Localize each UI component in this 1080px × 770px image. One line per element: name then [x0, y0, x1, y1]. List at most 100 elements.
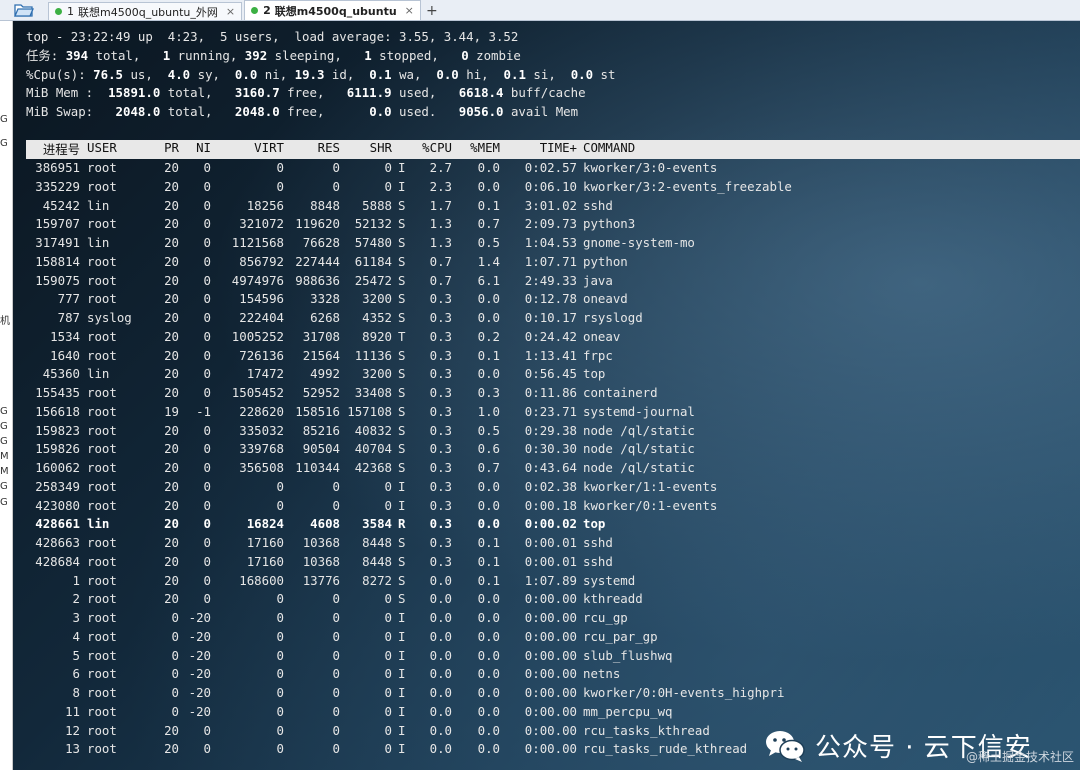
cell-cmd: node /ql/static [583, 422, 695, 438]
cell-virt: 0 [276, 478, 284, 494]
tab-session-2[interactable]: 2 联想m4500q_ubuntu × [244, 0, 421, 20]
cell-shr: 0 [384, 610, 392, 625]
cell-res: 0 [332, 591, 340, 607]
cell-res: 3328 [310, 291, 340, 307]
cell-virt: 0 [276, 685, 284, 700]
cell-mem: 0.0 [477, 703, 500, 719]
close-icon[interactable]: × [405, 4, 414, 17]
cell-pid: 1534 [50, 328, 80, 344]
cell-shr: 0 [384, 178, 392, 194]
cell-virt: 339768 [239, 441, 284, 457]
cell-time: 2:09.73 [524, 216, 577, 232]
process-row: 45360 lin 20 0 17472 4992 3200 S 0.3 0.0 0:56.45 to… [26, 365, 1080, 384]
strip-char: M [0, 451, 9, 462]
cell-res: 110344 [295, 460, 340, 475]
cell-s: S [398, 310, 406, 325]
cell-res: 0 [332, 178, 340, 194]
cell-virt: 0 [276, 703, 284, 719]
cell-time: 0:12.78 [524, 291, 577, 307]
swap-avail: 9056.0 [458, 104, 504, 120]
strip-char: G [0, 481, 8, 492]
cell-ni: 0 [203, 310, 211, 325]
terminal-window[interactable]: top - 23:22:49 up 4:23, 5 users, load av… [13, 21, 1080, 770]
close-icon[interactable]: × [226, 5, 235, 18]
cell-time: 0:24.42 [524, 328, 577, 344]
cpu-id: 19.3 [294, 66, 325, 82]
cell-res: 0 [332, 703, 340, 719]
cell-cmd: kworker/3:0-events [583, 160, 718, 175]
process-row: 1 root 20 0 168600 13776 8272 S 0.0 0.1 1:07.89 sys… [26, 572, 1080, 591]
cell-cpu: 1.3 [429, 216, 452, 232]
wechat-icon [766, 730, 805, 762]
tab-index: 1 [67, 5, 74, 18]
background-window-strip: G G 机 G G G M M G G [0, 21, 13, 770]
cell-pid: 777 [57, 291, 80, 307]
cell-pr: 20 [164, 741, 179, 757]
cell-cpu: 0.7 [429, 272, 452, 288]
cell-ni: 0 [203, 591, 211, 607]
cell-pid: 423080 [35, 497, 80, 513]
add-tab-button[interactable]: + [423, 2, 441, 20]
tab-label: 联想m4500q_ubuntu_外网 [78, 5, 218, 19]
cell-s: S [398, 422, 406, 438]
cell-pid: 156618 [35, 403, 80, 419]
process-row: 5 root 0 -20 0 0 0 I 0.0 0.0 0:00.00 slub_flushwq [26, 647, 1080, 666]
cell-pid: 428663 [35, 535, 80, 550]
cell-user: root [87, 497, 117, 513]
strip-char: G [0, 138, 8, 149]
cell-time: 1:07.71 [524, 253, 577, 269]
cell-pr: 0 [171, 685, 179, 700]
process-row: 8 root 0 -20 0 0 0 I 0.0 0.0 0:00.00 kworker/0:0H-e… [26, 684, 1080, 703]
cell-user: root [87, 216, 117, 232]
cell-user: root [87, 160, 117, 175]
cell-pid: 45360 [42, 366, 80, 382]
cell-s: S [398, 272, 406, 288]
cell-mem: 6.1 [477, 272, 500, 288]
cell-ni: 0 [203, 516, 211, 532]
process-row: 6 root 0 -20 0 0 0 I 0.0 0.0 0:00.00 netns [26, 665, 1080, 684]
process-row: 160062 root 20 0 356508 110344 42368 S 0.3 0.7 0:4… [26, 459, 1080, 478]
cell-s: I [398, 741, 406, 757]
cell-cmd: top [583, 516, 606, 532]
cell-pr: 0 [171, 647, 179, 663]
strip-char: G [0, 406, 8, 417]
cell-cpu: 0.3 [429, 535, 452, 550]
cell-s: S [398, 197, 406, 213]
cell-time: 0:00.00 [524, 685, 577, 700]
strip-char: G [0, 421, 8, 432]
cell-user: root [87, 441, 117, 457]
cell-cpu: 0.3 [429, 328, 452, 344]
cell-cpu: 0.0 [429, 610, 452, 625]
col-header-ni: NI [196, 140, 211, 155]
cell-user: root [87, 403, 117, 419]
tasks-sleeping: 392 [244, 47, 268, 63]
cell-pid: 155435 [35, 385, 80, 400]
cell-shr: 40832 [354, 422, 392, 438]
cell-mem: 0.0 [477, 685, 500, 700]
cell-ni: -20 [188, 703, 211, 719]
tab-session-1[interactable]: 1 联想m4500q_ubuntu_外网 × [48, 2, 243, 20]
tasks-line: 任务: 394 total, 1 running, 392 sleeping, … [26, 47, 615, 66]
process-row: 258349 root 20 0 0 0 0 I 0.3 0.0 0:02.38 kworker/1:… [26, 478, 1080, 497]
cell-time: 2:49.33 [524, 272, 577, 288]
cell-mem: 0.1 [477, 553, 500, 569]
cell-cpu: 0.3 [429, 516, 452, 532]
cell-virt: 0 [276, 160, 284, 175]
cell-res: 10368 [302, 535, 340, 550]
cell-virt: 17160 [246, 553, 284, 569]
cell-user: root [87, 647, 117, 663]
folder-open-icon[interactable] [0, 0, 48, 20]
cell-pid: 8 [72, 685, 80, 700]
cell-pr: 20 [164, 178, 179, 194]
cell-mem: 0.0 [477, 497, 500, 513]
process-row: 159707 root 20 0 321072 119620 52132 S 1.3 0.7 2:0… [26, 215, 1080, 234]
cell-mem: 0.0 [477, 366, 500, 382]
cell-cmd: rsyslogd [583, 310, 643, 325]
cell-s: S [398, 403, 406, 419]
cell-time: 0:56.45 [524, 366, 577, 382]
cell-res: 0 [332, 722, 340, 738]
cell-cpu: 0.3 [429, 422, 452, 438]
col-header-mem: %MEM [470, 140, 500, 155]
col-header-pr: PR [164, 140, 179, 155]
process-row: 159075 root 20 0 4974976 988636 25472 S 0.7 6.1 2:… [26, 272, 1080, 291]
